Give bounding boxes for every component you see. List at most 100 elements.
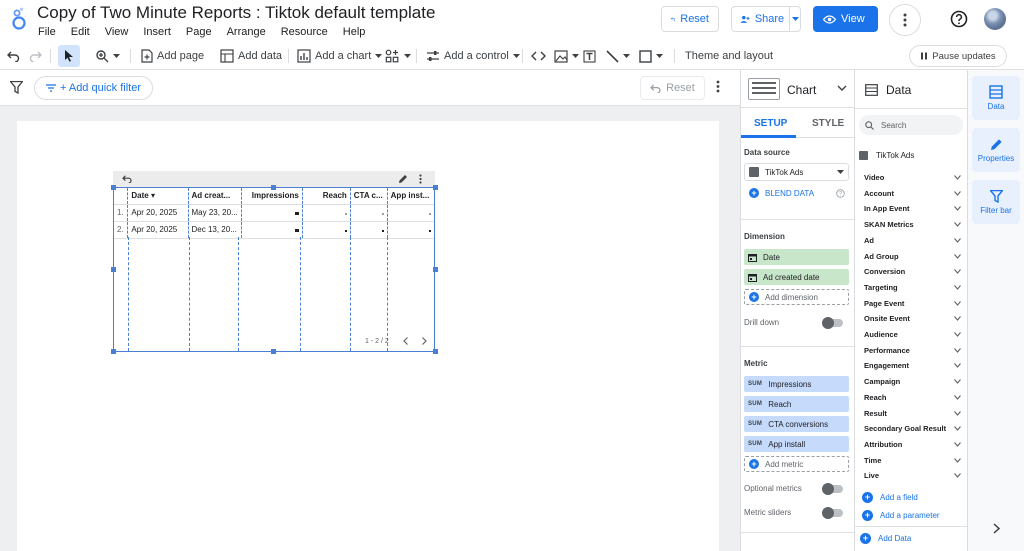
blend-data-button[interactable]: + BLEND DATA — [749, 188, 814, 198]
menu-file[interactable]: File — [38, 26, 56, 38]
field-group[interactable]: Conversion — [864, 267, 961, 276]
menu-arrange[interactable]: Arrange — [227, 26, 266, 38]
chevron-right-icon[interactable] — [993, 523, 1000, 534]
redo-icon[interactable] — [29, 46, 42, 66]
menu-edit[interactable]: Edit — [71, 26, 90, 38]
view-button[interactable]: View — [813, 6, 878, 32]
field-group[interactable]: Account — [864, 189, 961, 198]
field-group[interactable]: Performance — [864, 346, 961, 355]
add-metric-button[interactable]: + Add metric — [744, 456, 849, 472]
table-row[interactable]: 2. Apr 20, 2025 Dec 13, 20... — [114, 221, 434, 239]
metric-chip-cta-conversions[interactable]: SUM CTA conversions — [744, 416, 849, 432]
text-box-icon[interactable] — [583, 46, 596, 66]
share-button[interactable]: Share — [731, 6, 801, 32]
select-pointer-icon[interactable] — [58, 45, 80, 67]
field-group[interactable]: Page Event — [864, 299, 961, 308]
image-icon[interactable] — [554, 46, 579, 66]
more-vert-icon[interactable] — [716, 80, 720, 93]
data-source-select[interactable]: TikTok Ads — [744, 163, 849, 181]
resize-handle[interactable] — [433, 349, 438, 354]
resize-handle[interactable] — [433, 267, 438, 272]
chart-undo-icon[interactable] — [122, 175, 132, 183]
help-icon[interactable]: ? — [836, 189, 845, 198]
add-data-button[interactable]: + Add Data — [860, 533, 911, 544]
dimension-chip-date[interactable]: Date — [744, 249, 849, 265]
field-group[interactable]: Video — [864, 173, 961, 182]
filter-reset-button[interactable]: Reset — [640, 76, 705, 100]
resize-handle[interactable] — [111, 267, 116, 272]
resize-handle[interactable] — [433, 185, 438, 190]
field-group[interactable]: In App Event — [864, 204, 961, 213]
menu-help[interactable]: Help — [343, 26, 366, 38]
chevron-down-icon[interactable] — [837, 85, 847, 91]
field-group[interactable]: Result — [864, 409, 961, 418]
field-group[interactable]: Time — [864, 456, 961, 465]
rail-filter-bar-button[interactable]: Filter bar — [972, 180, 1020, 224]
more-options-icon[interactable] — [889, 4, 921, 36]
share-dropdown-icon[interactable] — [789, 7, 800, 31]
add-field-button[interactable]: + Add a field — [862, 492, 918, 503]
field-group[interactable]: Engagement — [864, 361, 961, 370]
resize-handle[interactable] — [271, 349, 276, 354]
add-dimension-button[interactable]: + Add dimension — [744, 289, 849, 305]
zoom-icon[interactable] — [96, 46, 120, 66]
column-header-impressions[interactable]: Impressions — [241, 188, 303, 205]
drill-down-toggle[interactable] — [822, 317, 843, 329]
field-group[interactable]: Reach — [864, 393, 961, 402]
looker-studio-logo-icon[interactable] — [9, 7, 29, 31]
chevron-right-icon[interactable] — [421, 337, 427, 345]
user-avatar[interactable] — [984, 8, 1006, 30]
column-header-app-install[interactable]: App inst... — [387, 188, 434, 205]
embed-code-icon[interactable] — [531, 46, 546, 66]
reset-button[interactable]: Reset — [661, 6, 719, 32]
theme-and-layout-button[interactable]: Theme and layout — [685, 46, 773, 66]
undo-icon[interactable] — [7, 46, 20, 66]
table-chart[interactable]: Date ▾ Ad creat... Impressions Reach CTA… — [113, 187, 435, 352]
field-group[interactable]: Secondary Goal Result — [864, 424, 961, 433]
tab-setup[interactable]: SETUP — [754, 118, 787, 129]
field-group[interactable]: Live — [864, 471, 961, 480]
column-header-cta[interactable]: CTA c... — [350, 188, 388, 205]
tab-style[interactable]: STYLE — [812, 118, 844, 129]
filter-funnel-icon[interactable] — [10, 81, 23, 94]
community-viz-button[interactable] — [385, 46, 411, 66]
dimension-chip-ad-created-date[interactable]: Ad created date — [744, 269, 849, 285]
table-row[interactable]: 1. Apr 20, 2025 May 23, 20... — [114, 204, 434, 222]
add-page-button[interactable]: Add page — [141, 46, 204, 66]
edit-pencil-icon[interactable] — [398, 174, 408, 184]
field-group[interactable]: Campaign — [864, 377, 961, 386]
add-control-button[interactable]: Add a control — [426, 46, 520, 66]
field-group[interactable]: Onsite Event — [864, 314, 961, 323]
chevron-left-icon[interactable] — [402, 337, 408, 345]
column-header-date[interactable]: Date ▾ — [127, 188, 189, 205]
help-icon[interactable] — [950, 10, 968, 28]
rail-properties-button[interactable]: Properties — [972, 128, 1020, 172]
add-parameter-button[interactable]: + Add a parameter — [862, 510, 940, 521]
resize-handle[interactable] — [111, 349, 116, 354]
metric-sliders-toggle[interactable] — [822, 507, 843, 519]
menu-insert[interactable]: Insert — [143, 26, 171, 38]
rail-data-button[interactable]: Data — [972, 76, 1020, 120]
chart-more-icon[interactable] — [419, 174, 422, 184]
table-chart-type-icon[interactable] — [748, 78, 780, 100]
menu-resource[interactable]: Resource — [281, 26, 328, 38]
menu-view[interactable]: View — [105, 26, 129, 38]
line-tool-icon[interactable] — [606, 46, 630, 66]
field-group[interactable]: Attribution — [864, 440, 961, 449]
column-header-ad-created[interactable]: Ad creat... — [188, 188, 242, 205]
metric-chip-impressions[interactable]: SUM Impressions — [744, 376, 849, 392]
shape-tool-icon[interactable] — [639, 46, 663, 66]
add-quick-filter-button[interactable]: + Add quick filter — [34, 76, 153, 100]
resize-handle[interactable] — [271, 185, 276, 190]
field-search-input[interactable]: Search — [859, 115, 963, 135]
report-title[interactable]: Copy of Two Minute Reports : Tiktok defa… — [37, 3, 435, 23]
field-group[interactable]: Targeting — [864, 283, 961, 292]
resize-handle[interactable] — [111, 185, 116, 190]
field-group[interactable]: Audience — [864, 330, 961, 339]
field-group[interactable]: Ad Group — [864, 252, 961, 261]
field-group[interactable]: SKAN Metrics — [864, 220, 961, 229]
field-group[interactable]: Ad — [864, 236, 961, 245]
column-header-reach[interactable]: Reach — [302, 188, 351, 205]
add-data-button[interactable]: Add data — [220, 46, 282, 66]
menu-page[interactable]: Page — [186, 26, 212, 38]
